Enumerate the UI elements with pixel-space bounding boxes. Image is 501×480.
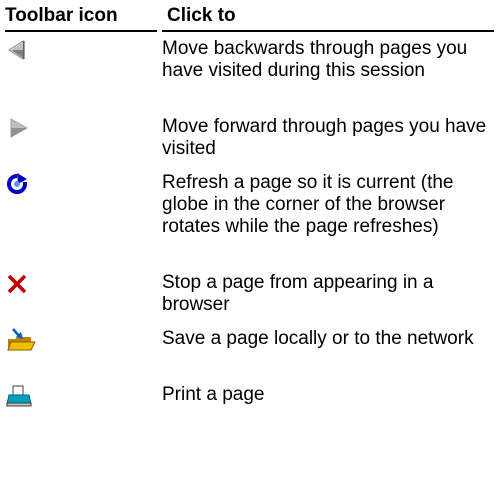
print-icon: [5, 384, 45, 414]
stop-description: Stop a page from appearing in a browser: [162, 272, 434, 315]
back-arrow-icon: [5, 38, 45, 68]
header-toolbar-icon: Toolbar icon: [5, 5, 118, 26]
toolbar-help-table: Toolbar icon Click to Move backwards thr…: [0, 0, 501, 480]
header-underline-icon-col: [5, 30, 157, 32]
header-click-to: Click to: [167, 5, 236, 26]
refresh-description: Refresh a page so it is current (the glo…: [162, 172, 454, 237]
refresh-icon: [5, 172, 45, 202]
table-header: Toolbar icon Click to: [5, 2, 493, 30]
back-description: Move backwards through pages you have vi…: [162, 38, 468, 81]
print-description: Print a page: [162, 384, 265, 405]
forward-arrow-icon: [5, 116, 45, 146]
header-underline-action-col: [162, 30, 494, 32]
save-description: Save a page locally or to the network: [162, 328, 474, 349]
save-icon: [5, 328, 45, 358]
forward-description: Move forward through pages you have visi…: [162, 116, 487, 159]
stop-icon: [5, 272, 45, 302]
